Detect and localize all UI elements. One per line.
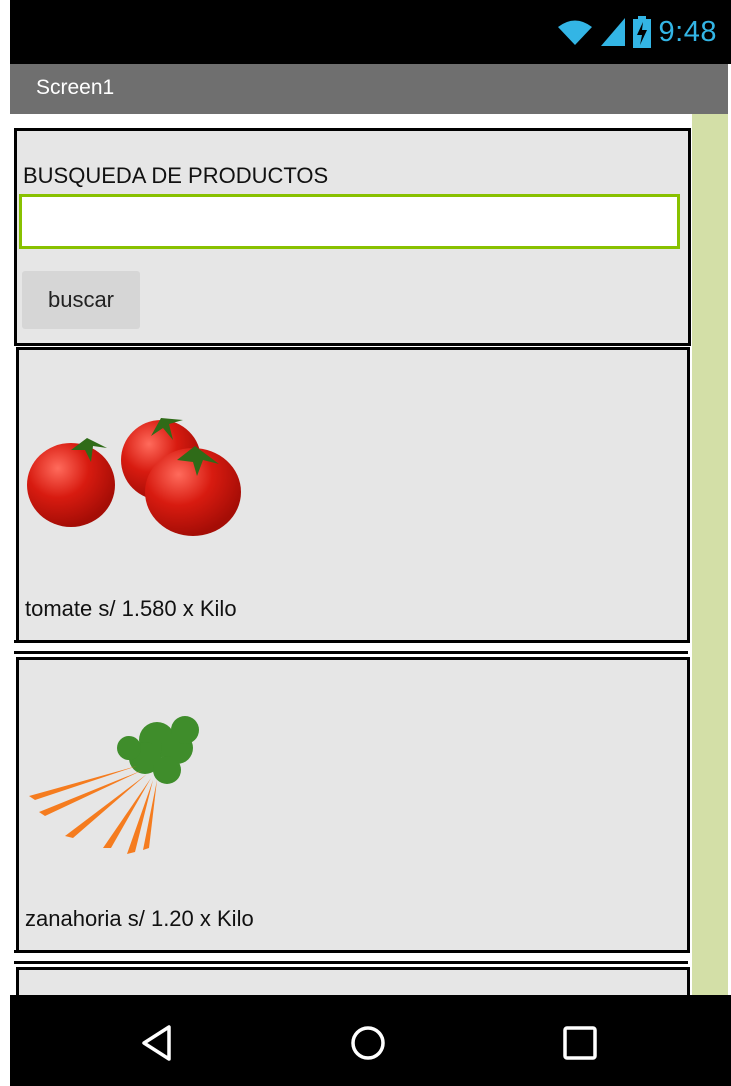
app-bar: Screen1 [10,64,728,114]
status-icons: 9:48 [557,12,717,52]
search-label: BUSQUEDA DE PRODUCTOS [23,163,329,188]
status-time: 9:48 [658,15,717,48]
product-card [16,967,690,995]
list-divider [14,640,688,654]
phone-screen: 9:48 Screen1 BUSQUEDA DE PRODUCTOS busca… [0,0,731,1086]
content-area[interactable]: BUSQUEDA DE PRODUCTOS buscar tomate s/ 1… [10,114,728,995]
back-icon[interactable] [136,1021,180,1065]
product-label: zanahoria s/ 1.20 x Kilo [25,906,254,931]
recents-icon[interactable] [558,1021,602,1065]
app-title: Screen1 [36,76,115,99]
signal-icon [600,18,625,46]
status-bar: 9:48 [10,0,731,64]
search-input[interactable] [19,194,680,249]
tomato-image [27,418,241,536]
search-button[interactable]: buscar [22,271,140,329]
product-card: tomate s/ 1.580 x Kilo [16,347,690,643]
navigation-bar [10,995,731,1086]
wifi-icon [557,20,592,45]
product-card: zanahoria s/ 1.20 x Kilo [16,657,690,953]
search-panel: BUSQUEDA DE PRODUCTOS buscar [14,128,691,346]
side-strip [692,114,728,995]
battery-charging-icon [632,16,651,48]
product-label: tomate s/ 1.580 x Kilo [25,596,237,621]
carrot-image [29,716,199,854]
home-icon[interactable] [346,1021,390,1065]
list-divider [14,950,688,964]
